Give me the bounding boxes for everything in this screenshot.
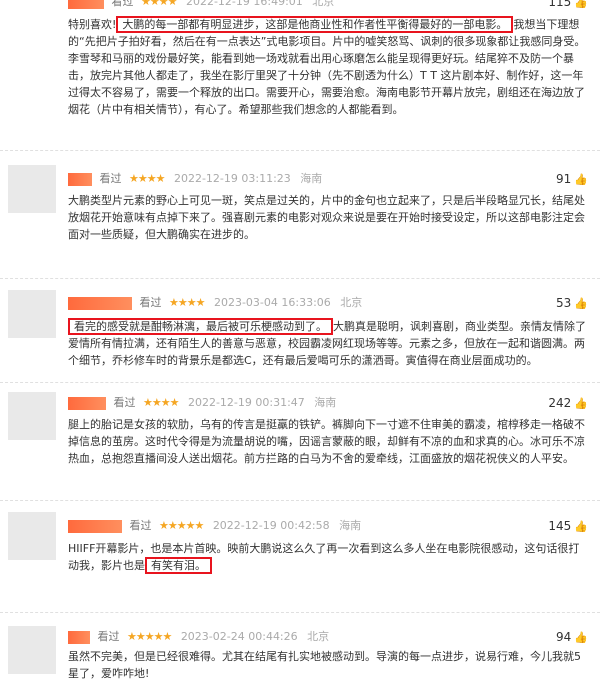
useful-votes[interactable]: 53 👍: [556, 295, 588, 312]
useful-votes[interactable]: 145 👍: [548, 518, 588, 535]
review-text: 特别喜欢! 大鹏的每一部都有明显进步，这部是他商业性和作者性平衡得最好的一部电影。…: [68, 16, 586, 116]
review-time: 2022-12-19 16:49:01: [185, 0, 303, 8]
divider: [0, 278, 600, 279]
avatar[interactable]: [8, 290, 56, 338]
vote-count: 242: [548, 396, 572, 410]
review-location: 海南: [314, 396, 337, 409]
review-time: 2023-02-24 00:44:26: [180, 630, 298, 643]
review-meta: 看过 ★★★★ 2022-12-19 03:11:23 海南: [68, 171, 322, 187]
highlight-box: 有笑有泪。: [145, 557, 212, 574]
avatar[interactable]: [8, 512, 56, 560]
divider: [0, 150, 600, 151]
useful-votes[interactable]: 242 👍: [548, 395, 588, 412]
review-location: 海南: [339, 519, 362, 532]
review-status: 看过: [139, 296, 162, 309]
review-text: 腿上的胎记是女孩的软肋，乌有的传言是挺羸的铁铲。裤脚向下一寸遮不住审美的霸凌，棺…: [68, 418, 585, 465]
review-text: 看完的感受就是酣畅淋漓，最后被可乐梗感动到了。 大鹏真是聪明，讽刺喜剧，商业类型。…: [68, 318, 586, 367]
vote-count: 94: [556, 630, 572, 644]
review-status: 看过: [113, 396, 136, 409]
review-status: 看过: [129, 519, 152, 532]
highlight-box: 看完的感受就是酣畅淋漓，最后被可乐梗感动到了。: [68, 318, 333, 335]
review-status: 看过: [111, 0, 134, 8]
vote-count: 53: [556, 296, 572, 310]
review-text: 大鹏类型片元素的野心上可见一斑，笑点是过关的，片中的金句也立起来了，只是后半段略…: [68, 194, 585, 241]
rating-stars: ★★★★: [143, 396, 179, 409]
review-meta: 看过 ★★★★★ 2023-02-24 00:44:26 北京: [68, 629, 329, 645]
review-meta: 看过 ★★★★ 2022-12-19 16:49:01 北京: [68, 0, 334, 10]
avatar[interactable]: [8, 626, 56, 674]
username-redacted[interactable]: [68, 396, 106, 410]
avatar[interactable]: [8, 392, 56, 440]
username-redacted[interactable]: [68, 296, 132, 310]
review-location: 北京: [340, 296, 363, 309]
review-time: 2022-12-19 00:31:47: [187, 396, 305, 409]
rating-stars: ★★★★: [169, 296, 205, 309]
rating-stars: ★★★★: [129, 172, 165, 185]
review-status: 看过: [99, 172, 122, 185]
avatar[interactable]: [8, 165, 56, 213]
useful-votes[interactable]: 91 👍: [556, 171, 588, 188]
review-text: 虽然不完美，但是已经很难得。尤其在结尾有扎实地被感动到。导演的每一点进步，说易行…: [68, 650, 581, 680]
review-time: 2023-03-04 16:33:06: [213, 296, 331, 309]
useful-votes[interactable]: 115 👍: [548, 0, 588, 11]
divider: [0, 382, 600, 383]
review-text: HIIFF开幕影片，也是本片首映。映前大鹏说这么久了再一次看到这么多人坐在电影院…: [68, 542, 580, 574]
username-redacted[interactable]: [68, 172, 92, 186]
vote-count: 115: [548, 0, 572, 9]
username-redacted[interactable]: [68, 519, 122, 533]
divider: [0, 500, 600, 501]
username-redacted[interactable]: [68, 630, 90, 644]
rating-stars: ★★★★★: [159, 519, 204, 532]
review-meta: 看过 ★★★★★ 2022-12-19 00:42:58 海南: [68, 518, 361, 534]
thumbs-up-icon[interactable]: 👍: [574, 297, 588, 310]
review-time: 2022-12-19 03:11:23: [173, 172, 291, 185]
username-redacted[interactable]: [68, 0, 104, 9]
vote-count: 145: [548, 519, 572, 533]
review-meta: 看过 ★★★★ 2023-03-04 16:33:06 北京: [68, 295, 362, 311]
thumbs-up-icon[interactable]: 👍: [574, 631, 588, 644]
review-location: 海南: [300, 172, 323, 185]
thumbs-up-icon[interactable]: 👍: [574, 397, 588, 410]
vote-count: 91: [556, 172, 572, 186]
review-time: 2022-12-19 00:42:58: [212, 519, 330, 532]
useful-votes[interactable]: 94 👍: [556, 629, 588, 646]
review-location: 北京: [312, 0, 335, 8]
review-meta: 看过 ★★★★ 2022-12-19 00:31:47 海南: [68, 395, 336, 411]
highlight-box: 大鹏的每一部都有明显进步，这部是他商业性和作者性平衡得最好的一部电影。: [116, 16, 514, 33]
rating-stars: ★★★★★: [127, 630, 172, 643]
review-location: 北京: [307, 630, 330, 643]
divider: [0, 612, 600, 613]
review-status: 看过: [97, 630, 120, 643]
rating-stars: ★★★★: [141, 0, 177, 8]
thumbs-up-icon[interactable]: 👍: [574, 0, 588, 9]
thumbs-up-icon[interactable]: 👍: [574, 520, 588, 533]
thumbs-up-icon[interactable]: 👍: [574, 173, 588, 186]
